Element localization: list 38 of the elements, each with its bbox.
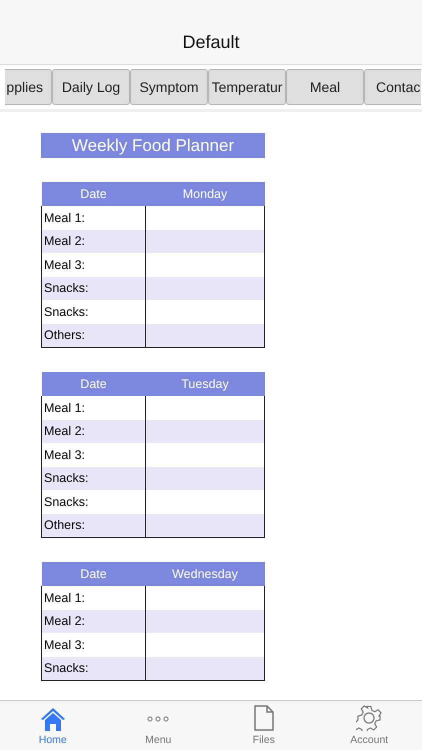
entry-cell[interactable] xyxy=(146,466,264,490)
tab[interactable]: Temperatur xyxy=(208,69,286,105)
column-header: Date xyxy=(42,372,146,396)
column-header: Monday xyxy=(146,182,264,206)
tab[interactable]: Contac xyxy=(364,69,421,105)
entry-cell[interactable] xyxy=(146,610,264,633)
tab-bar-item[interactable]: Menu xyxy=(106,701,211,750)
tab[interactable]: Symptom xyxy=(130,69,208,105)
entry-cell[interactable] xyxy=(146,420,264,443)
table-cell: Snacks: xyxy=(42,466,146,490)
table-cell: Meal 2: xyxy=(42,230,146,253)
entry-cell[interactable] xyxy=(146,514,264,538)
table-cell: Snacks: xyxy=(42,276,146,300)
tab-bar-item[interactable]: Account xyxy=(316,701,422,750)
column-header: Date xyxy=(42,562,146,586)
document-icon xyxy=(254,705,274,731)
column-header: Wednesday xyxy=(146,562,264,586)
tab[interactable]: pplies xyxy=(5,69,52,105)
table-cell: Others: xyxy=(42,514,146,538)
entry-cell[interactable] xyxy=(146,656,264,680)
tab-bar-item[interactable]: Home xyxy=(0,701,106,750)
tab[interactable]: Meal xyxy=(286,69,364,105)
tab[interactable]: Daily Log xyxy=(52,69,130,105)
table-cell: Meal 2: xyxy=(42,420,146,443)
home-icon xyxy=(40,707,66,731)
more-icon xyxy=(147,716,170,722)
column-header: Tuesday xyxy=(146,372,264,396)
column-header: Date xyxy=(42,182,146,206)
entry-cell[interactable] xyxy=(146,276,264,300)
table-cell: Others: xyxy=(42,324,146,348)
table-cell: Meal 2: xyxy=(42,610,146,633)
entry-cell[interactable] xyxy=(146,324,264,348)
screen-title: Default xyxy=(182,32,240,53)
settings-icon xyxy=(356,705,382,731)
tab-bar-item[interactable]: Files xyxy=(211,701,316,750)
planner-title: Weekly Food Planner xyxy=(41,133,265,158)
table-cell: Snacks: xyxy=(42,656,146,680)
entry-cell[interactable] xyxy=(146,230,264,253)
